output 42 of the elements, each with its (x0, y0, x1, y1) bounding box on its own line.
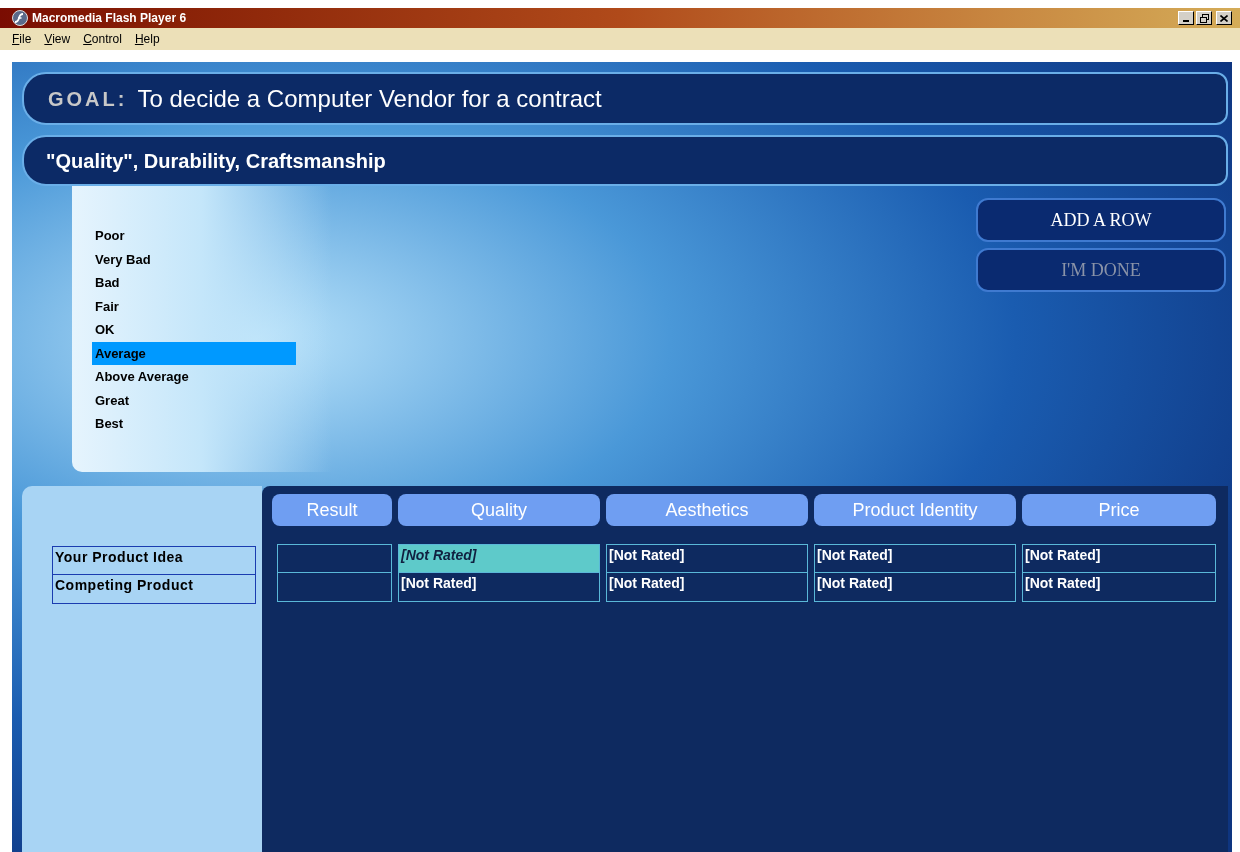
rating-cell[interactable] (277, 573, 392, 602)
goal-text: To decide a Computer Vendor for a contract (137, 83, 602, 114)
menu-item[interactable]: View (44, 30, 71, 48)
action-button[interactable]: ADD A ROW (976, 198, 1226, 242)
column-header: Price (1022, 494, 1216, 526)
close-icon (1220, 14, 1228, 22)
rating-option[interactable]: Bad (92, 271, 296, 295)
goal-label: GOAL: (48, 86, 128, 112)
rating-option[interactable]: Above Average (92, 365, 296, 389)
column-header: Product Identity (814, 494, 1016, 526)
restore-icon (1199, 13, 1209, 23)
rating-cell[interactable]: [Not Rated] (1022, 544, 1216, 573)
column-header: Result (272, 494, 392, 526)
rating-cell[interactable]: [Not Rated] (606, 573, 808, 602)
minimize-button[interactable] (1178, 11, 1194, 25)
rating-cell[interactable]: [Not Rated] (606, 544, 808, 573)
rating-option[interactable]: Poor (92, 224, 296, 248)
rating-option[interactable]: Fair (92, 294, 296, 318)
rating-cell[interactable]: [Not Rated] (814, 544, 1016, 573)
rating-cell[interactable]: [Not Rated] (1022, 573, 1216, 602)
rating-cell[interactable]: [Not Rated] (398, 544, 600, 573)
minimize-icon (1183, 20, 1189, 22)
restore-button[interactable] (1196, 11, 1212, 25)
flash-logo-icon (12, 10, 28, 26)
rating-option[interactable]: Best (92, 412, 296, 436)
rating-cell[interactable]: [Not Rated] (814, 573, 1016, 602)
row-label: Competing Product (52, 575, 256, 604)
window-title: Macromedia Flash Player 6 (32, 10, 187, 27)
rating-option[interactable]: OK (92, 318, 296, 342)
column-header: Aesthetics (606, 494, 808, 526)
column-header: Quality (398, 494, 600, 526)
rating-cell[interactable]: [Not Rated] (398, 573, 600, 602)
close-button[interactable] (1216, 11, 1232, 25)
row-label: Your Product Idea (52, 546, 256, 575)
rating-option[interactable]: Average (92, 341, 296, 365)
rating-option[interactable]: Very Bad (92, 247, 296, 271)
menu-item[interactable]: Control (83, 30, 122, 48)
criterion-title: "Quality", Durability, Craftsmanship (46, 148, 386, 174)
menu-item[interactable]: Help (134, 30, 160, 48)
rating-option[interactable]: Great (92, 388, 296, 412)
rating-cell[interactable] (277, 544, 392, 573)
menu-item[interactable]: File (12, 30, 32, 48)
